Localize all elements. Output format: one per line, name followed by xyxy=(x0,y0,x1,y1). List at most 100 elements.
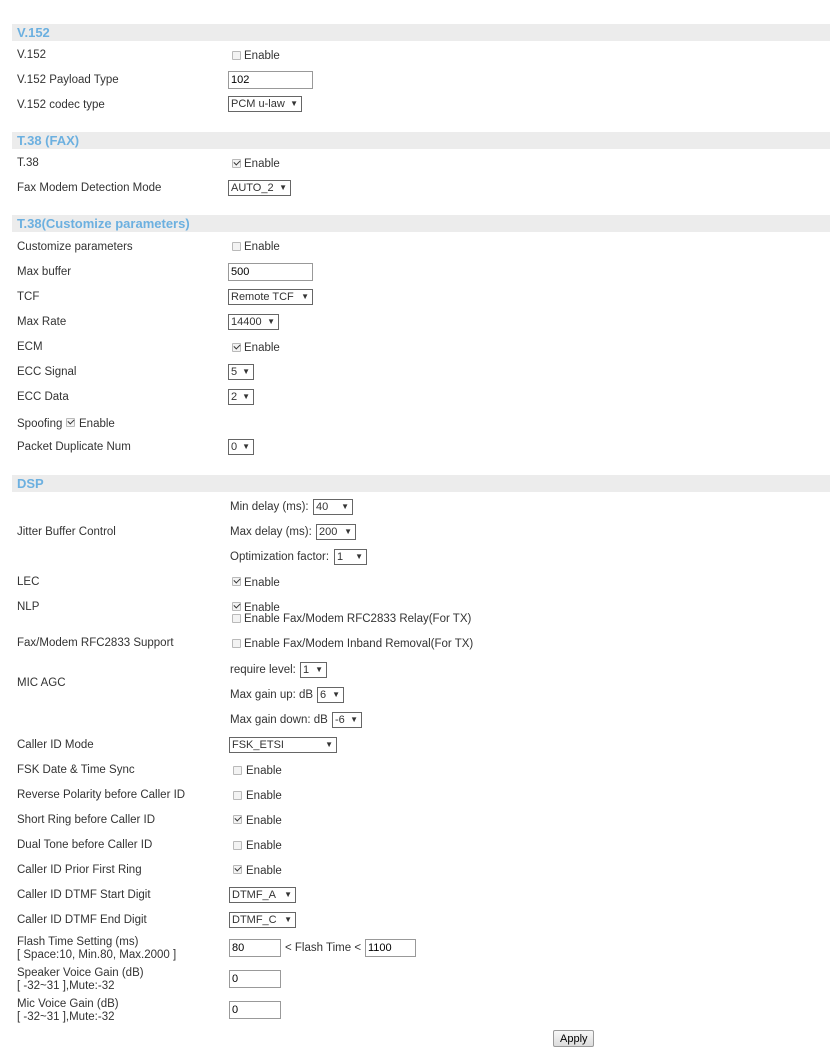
chevron-down-icon: ▼ xyxy=(344,527,352,536)
jitter-label: Jitter Buffer Control xyxy=(17,526,116,538)
ecm-enable-label: Enable xyxy=(244,342,280,354)
selected-value: AUTO_2 xyxy=(231,182,274,194)
flash-max-input[interactable] xyxy=(365,939,416,957)
rfc-relay-label: Enable Fax/Modem RFC2833 Relay(For TX) xyxy=(244,613,472,625)
selected-value: Remote TCF xyxy=(231,291,294,303)
selected-value: 200 xyxy=(319,526,338,538)
section-t38-customize: T.38(Customize parameters) xyxy=(12,215,830,232)
ecm-label: ECM xyxy=(17,341,43,353)
min-delay-label: Min delay (ms): xyxy=(230,501,309,513)
speaker-gain-hint: [ -32~31 ],Mute:-32 xyxy=(17,980,115,992)
inband-removal-label: Enable Fax/Modem Inband Removal(For TX) xyxy=(244,638,474,650)
chevron-down-icon: ▼ xyxy=(267,317,275,326)
max-gain-down-select[interactable]: -6 ▼ xyxy=(332,712,362,728)
packet-dup-select[interactable]: 0 ▼ xyxy=(228,439,254,455)
selected-value: 1 xyxy=(303,664,310,676)
dual-tone-checkbox[interactable] xyxy=(233,841,242,850)
chevron-down-icon: ▼ xyxy=(284,915,292,924)
dtmf-end-select[interactable]: DTMF_C ▼ xyxy=(229,912,296,928)
chevron-down-icon: ▼ xyxy=(242,367,250,376)
short-ring-checkbox[interactable] xyxy=(233,815,242,824)
lec-checkbox[interactable] xyxy=(232,577,241,586)
section-dsp: DSP xyxy=(12,475,830,492)
short-ring-label: Short Ring before Caller ID xyxy=(17,814,156,826)
caller-id-mode-select[interactable]: FSK_ETSI ▼ xyxy=(229,737,337,753)
chevron-down-icon: ▼ xyxy=(242,442,250,451)
opt-factor-label: Optimization factor: xyxy=(230,551,330,563)
max-delay-label: Max delay (ms): xyxy=(230,526,312,538)
flash-time-label: Flash Time Setting (ms) xyxy=(17,936,139,948)
max-gain-down-label: Max gain down: dB xyxy=(230,714,328,726)
v152-payload-input[interactable] xyxy=(228,71,313,89)
chevron-down-icon: ▼ xyxy=(315,665,323,674)
section-title: V.152 xyxy=(17,25,50,40)
selected-value: DTMF_C xyxy=(232,914,277,926)
selected-value: 40 xyxy=(316,501,329,513)
t38-checkbox[interactable] xyxy=(232,159,241,168)
nlp-checkbox[interactable] xyxy=(232,602,241,611)
caller-id-mode-label: Caller ID Mode xyxy=(17,739,94,751)
fsk-sync-checkbox[interactable] xyxy=(233,766,242,775)
section-title: DSP xyxy=(17,476,44,491)
customize-checkbox[interactable] xyxy=(232,242,241,251)
v152-codec-select[interactable]: PCM u-law ▼ xyxy=(228,96,302,112)
chevron-down-icon: ▼ xyxy=(341,502,349,511)
customize-enable-label: Enable xyxy=(244,241,280,253)
short-ring-enable-label: Enable xyxy=(246,815,282,827)
inband-removal-checkbox[interactable] xyxy=(232,639,241,648)
lec-enable-label: Enable xyxy=(244,577,280,589)
ecc-signal-label: ECC Signal xyxy=(17,366,77,378)
selected-value: DTMF_A xyxy=(232,889,276,901)
apply-button[interactable]: Apply xyxy=(553,1030,594,1047)
max-rate-label: Max Rate xyxy=(17,316,67,328)
v152-payload-label: V.152 Payload Type xyxy=(17,74,119,86)
require-level-select[interactable]: 1 ▼ xyxy=(300,662,327,678)
chevron-down-icon: ▼ xyxy=(242,392,250,401)
selected-value: 0 xyxy=(231,441,238,453)
chevron-down-icon: ▼ xyxy=(290,99,298,108)
ecc-data-label: ECC Data xyxy=(17,391,69,403)
t38-label: T.38 xyxy=(17,157,39,169)
opt-factor-select[interactable]: 1 ▼ xyxy=(334,549,367,565)
dual-tone-label: Dual Tone before Caller ID xyxy=(17,839,153,851)
selected-value: 5 xyxy=(231,366,238,378)
max-gain-up-select[interactable]: 6 ▼ xyxy=(317,687,344,703)
dtmf-end-label: Caller ID DTMF End Digit xyxy=(17,914,147,926)
ecc-data-select[interactable]: 2 ▼ xyxy=(228,389,254,405)
prior-ring-enable-label: Enable xyxy=(246,865,282,877)
speaker-gain-input[interactable] xyxy=(229,970,281,988)
flash-min-input[interactable] xyxy=(229,939,281,957)
section-t38: T.38 (FAX) xyxy=(12,132,830,149)
chevron-down-icon: ▼ xyxy=(301,292,309,301)
max-buffer-input[interactable] xyxy=(228,263,313,281)
fsk-sync-enable-label: Enable xyxy=(246,765,282,777)
ecm-checkbox[interactable] xyxy=(232,343,241,352)
fax-mode-select[interactable]: AUTO_2 ▼ xyxy=(228,180,291,196)
fsk-sync-label: FSK Date & Time Sync xyxy=(17,764,135,776)
tcf-label: TCF xyxy=(17,291,40,303)
max-rate-select[interactable]: 14400 ▼ xyxy=(228,314,279,330)
ecc-signal-select[interactable]: 5 ▼ xyxy=(228,364,254,380)
min-delay-select[interactable]: 40 ▼ xyxy=(313,499,353,515)
v152-checkbox[interactable] xyxy=(232,51,241,60)
dtmf-start-select[interactable]: DTMF_A ▼ xyxy=(229,887,296,903)
rfc-relay-checkbox[interactable] xyxy=(232,614,241,623)
spoofing-checkbox[interactable] xyxy=(66,418,75,427)
reverse-polarity-checkbox[interactable] xyxy=(233,791,242,800)
require-level-label: require level: xyxy=(230,664,296,676)
mic-gain-input[interactable] xyxy=(229,1001,281,1019)
mic-gain-label: Mic Voice Gain (dB) xyxy=(17,998,119,1010)
selected-value: PCM u-law xyxy=(231,98,285,110)
max-delay-select[interactable]: 200 ▼ xyxy=(316,524,356,540)
mic-gain-hint: [ -32~31 ],Mute:-32 xyxy=(17,1011,115,1023)
mic-agc-label: MIC AGC xyxy=(17,677,66,689)
chevron-down-icon: ▼ xyxy=(332,690,340,699)
dual-tone-enable-label: Enable xyxy=(246,840,282,852)
selected-value: 6 xyxy=(320,689,327,701)
v152-enable-label: Enable xyxy=(244,50,280,62)
selected-value: -6 xyxy=(335,714,345,726)
tcf-select[interactable]: Remote TCF ▼ xyxy=(228,289,313,305)
selected-value: 2 xyxy=(231,391,238,403)
max-gain-up-label: Max gain up: dB xyxy=(230,689,314,701)
prior-ring-checkbox[interactable] xyxy=(233,865,242,874)
